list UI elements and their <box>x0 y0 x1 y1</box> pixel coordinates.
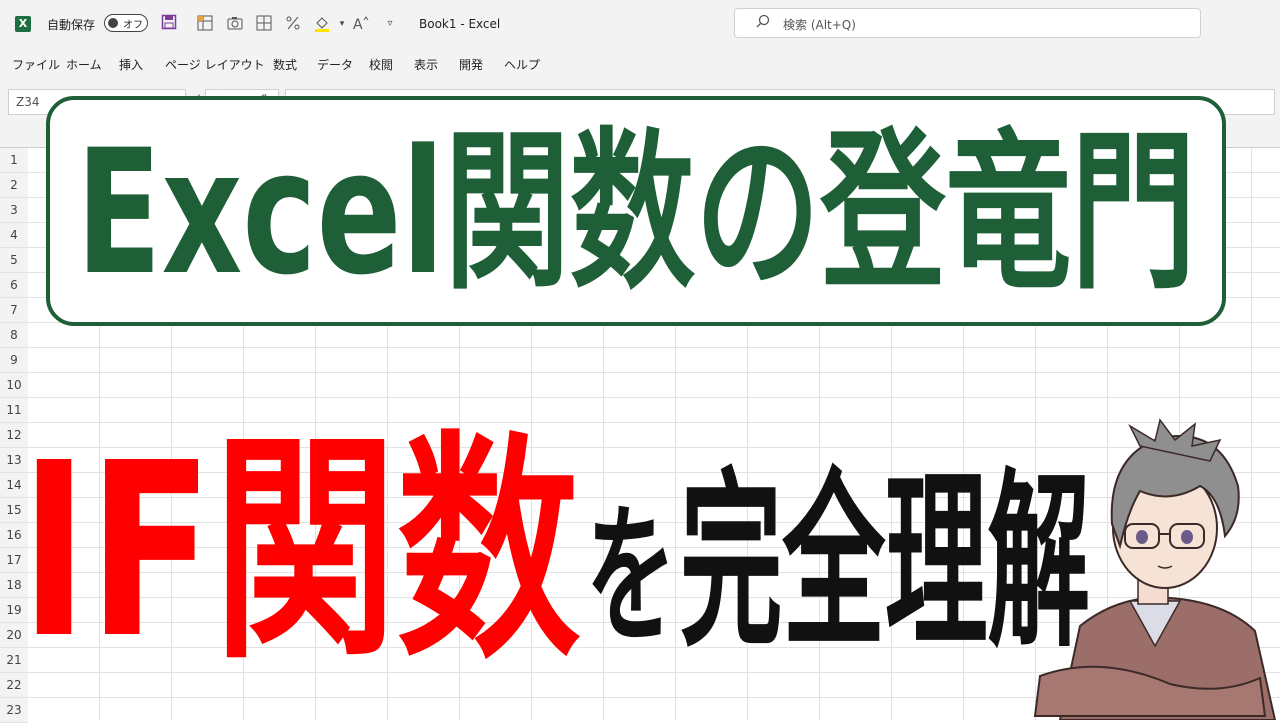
tab-help[interactable]: ヘルプ <box>504 56 540 73</box>
subtitle: IF関数 を 完全理解 <box>20 411 1090 672</box>
row-header[interactable]: 4 <box>0 223 28 248</box>
document-title: Book1 - Excel <box>419 17 501 31</box>
excel-logo-icon: X <box>15 16 31 32</box>
thumbnail-title: Excel関数の登竜門 <box>76 112 1196 313</box>
tab-review[interactable]: 校閲 <box>369 56 393 73</box>
autosave-label: 自動保存 <box>47 18 96 32</box>
row-header[interactable]: 5 <box>0 248 28 273</box>
autosave-state: オフ <box>123 20 143 31</box>
title-banner: Excel関数の登竜門 <box>46 96 1226 326</box>
grid-icon[interactable] <box>254 14 274 34</box>
subtitle-particle-text: を <box>586 490 676 664</box>
tab-data[interactable]: データ <box>317 56 353 73</box>
font-size-icon[interactable]: A <box>350 14 370 34</box>
search-placeholder: 検索 (Alt+Q) <box>783 18 856 32</box>
row-header[interactable]: 3 <box>0 198 28 223</box>
autosave-toggle[interactable]: オフ <box>104 14 148 32</box>
toggle-knob <box>108 17 118 28</box>
name-box-value: Z34 <box>16 95 40 109</box>
search-icon <box>755 14 771 34</box>
row-header[interactable]: 22 <box>0 673 28 698</box>
title-bar: X 自動保存 オフ ▾ A ▿ Book1 - Excel 検索 (Alt+Q) <box>0 0 1280 48</box>
tab-view[interactable]: 表示 <box>414 56 438 73</box>
camera-icon[interactable] <box>225 14 245 34</box>
tab-file[interactable]: ファイル <box>12 56 60 73</box>
row-header[interactable]: 10 <box>0 373 28 398</box>
search-input[interactable]: 検索 (Alt+Q) <box>734 8 1201 38</box>
row-header[interactable]: 2 <box>0 173 28 198</box>
ribbon-tabs: ファイル ホーム 挿入 ページ レイアウト 数式 データ 校閲 表示 開発 ヘル… <box>0 48 1280 80</box>
tab-formulas[interactable]: 数式 <box>273 56 297 73</box>
save-icon[interactable] <box>159 14 179 34</box>
row-header[interactable]: 6 <box>0 273 28 298</box>
tab-insert[interactable]: 挿入 <box>119 56 143 73</box>
row-header[interactable]: 8 <box>0 323 28 348</box>
chevron-down-icon[interactable]: ▾ <box>332 14 352 34</box>
subtitle-red-text: IF関数 <box>20 411 580 672</box>
row-header[interactable]: 7 <box>0 298 28 323</box>
tab-home[interactable]: ホーム <box>66 56 102 73</box>
svg-text:A: A <box>353 17 363 32</box>
tab-page-layout[interactable]: ページ レイアウト <box>165 56 265 73</box>
tab-developer[interactable]: 開発 <box>459 56 483 73</box>
fill-color-icon[interactable] <box>312 14 332 34</box>
row-header[interactable]: 9 <box>0 348 28 373</box>
customize-icon[interactable]: ▿ <box>380 14 400 34</box>
row-header[interactable]: 1 <box>0 148 28 173</box>
row-header[interactable]: 23 <box>0 698 28 723</box>
table-icon[interactable] <box>195 14 215 34</box>
character-illustration <box>1033 418 1277 720</box>
percent-icon[interactable] <box>283 14 303 34</box>
